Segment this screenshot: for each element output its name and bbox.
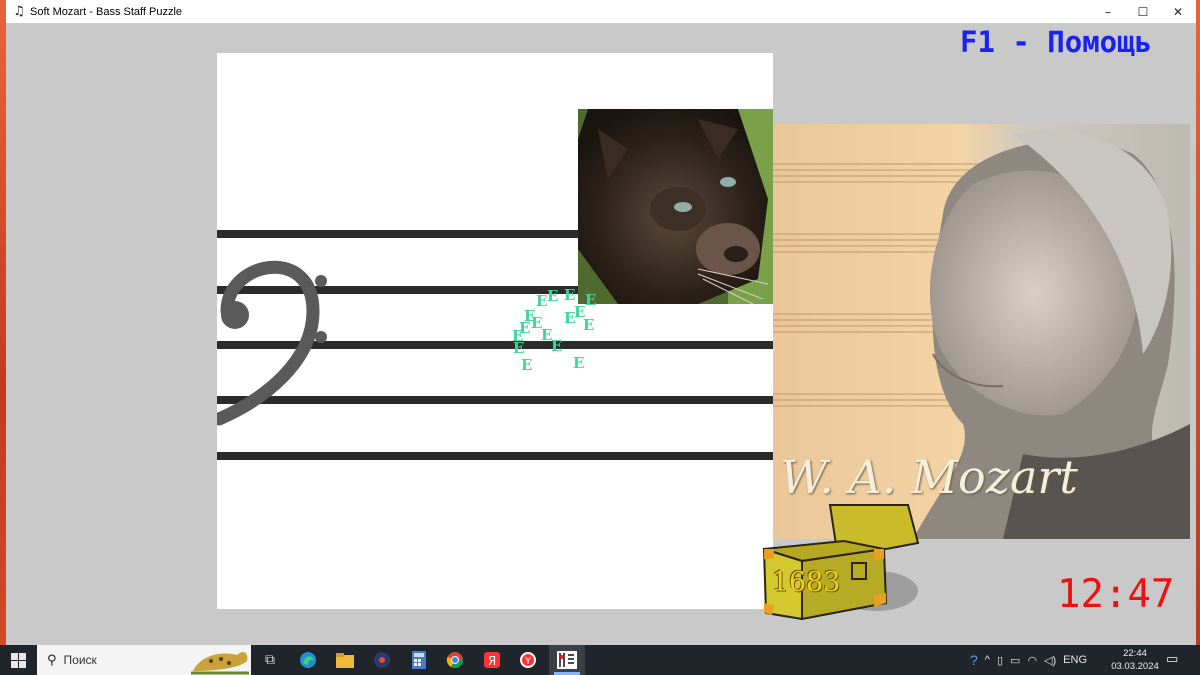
window-title: Soft Mozart - Bass Staff Puzzle (30, 5, 183, 18)
chevron-up-icon[interactable]: ^ (985, 654, 990, 666)
wifi-icon[interactable]: ◠ (1027, 654, 1037, 667)
edge-icon[interactable] (294, 648, 322, 672)
start-button[interactable] (0, 645, 36, 675)
panther-image (578, 109, 773, 304)
notification-icon[interactable]: ▭ (1166, 652, 1182, 668)
close-button[interactable]: ✕ (1161, 0, 1195, 23)
taskbar: ⚲ Поиск ⧉ Я Y ? ^ ▯ ▭ ◠ ◁) ENG 22:44 03.… (0, 645, 1200, 675)
soft-mozart-icon[interactable] (553, 648, 581, 672)
calculator-icon[interactable] (405, 648, 433, 672)
maximize-button[interactable]: ☐ (1126, 0, 1160, 23)
svg-text:Я: Я (488, 654, 496, 668)
windows-logo-icon (10, 652, 26, 668)
help-circle-icon[interactable]: ? (970, 652, 978, 668)
clock-time: 22:44 (1123, 648, 1147, 659)
yandex-icon[interactable]: Я (478, 648, 506, 672)
search-icon: ⚲ (47, 652, 57, 668)
treasure-chest-icon (762, 504, 920, 620)
clock-date: 03.03.2024 (1111, 661, 1159, 672)
svg-text:Y: Y (524, 656, 532, 667)
title-bar[interactable]: ♫ Soft Mozart - Bass Staff Puzzle – ☐ ✕ (6, 0, 1196, 23)
language-indicator[interactable]: ENG (1063, 654, 1087, 666)
floating-letter: E (585, 291, 597, 309)
device-icon[interactable]: ▯ (997, 654, 1003, 667)
floating-letter: E (547, 287, 559, 305)
volume-icon[interactable]: ◁) (1044, 654, 1056, 667)
battery-icon[interactable]: ▭ (1010, 654, 1020, 667)
staff-line (217, 452, 773, 460)
music-note-icon: ♫ (13, 4, 25, 19)
score-counter: 1683 (771, 567, 841, 598)
floating-letter: E (551, 337, 563, 355)
floating-letter: E (513, 339, 525, 357)
taskbar-search[interactable]: ⚲ Поиск (37, 645, 251, 675)
file-explorer-icon[interactable] (331, 648, 359, 672)
yandex-browser-icon[interactable]: Y (514, 648, 542, 672)
leopard-search-highlight-icon (191, 652, 249, 675)
floating-letter: E (536, 292, 548, 310)
floating-letter: E (521, 356, 533, 374)
floating-letter: E (564, 286, 576, 304)
taskbar-clock[interactable]: 22:44 03.03.2024 (1110, 647, 1160, 673)
floating-letter: E (583, 316, 595, 334)
desktop-wallpaper-right (1196, 0, 1200, 645)
media-app-icon[interactable] (368, 648, 396, 672)
countdown-timer: 12:47 (1057, 572, 1175, 617)
bass-clef-icon (217, 260, 327, 426)
chrome-icon[interactable] (441, 648, 469, 672)
mozart-signature: W. A. Mozart (780, 450, 1078, 504)
floating-letter: E (573, 354, 585, 372)
task-view-icon[interactable]: ⧉ (256, 648, 284, 672)
help-hint: F1 - Помощь (960, 25, 1153, 59)
system-tray: ? ^ ▯ ▭ ◠ ◁) ENG (970, 645, 1094, 675)
minimize-button[interactable]: – (1091, 0, 1125, 23)
search-placeholder: Поиск (63, 653, 97, 667)
